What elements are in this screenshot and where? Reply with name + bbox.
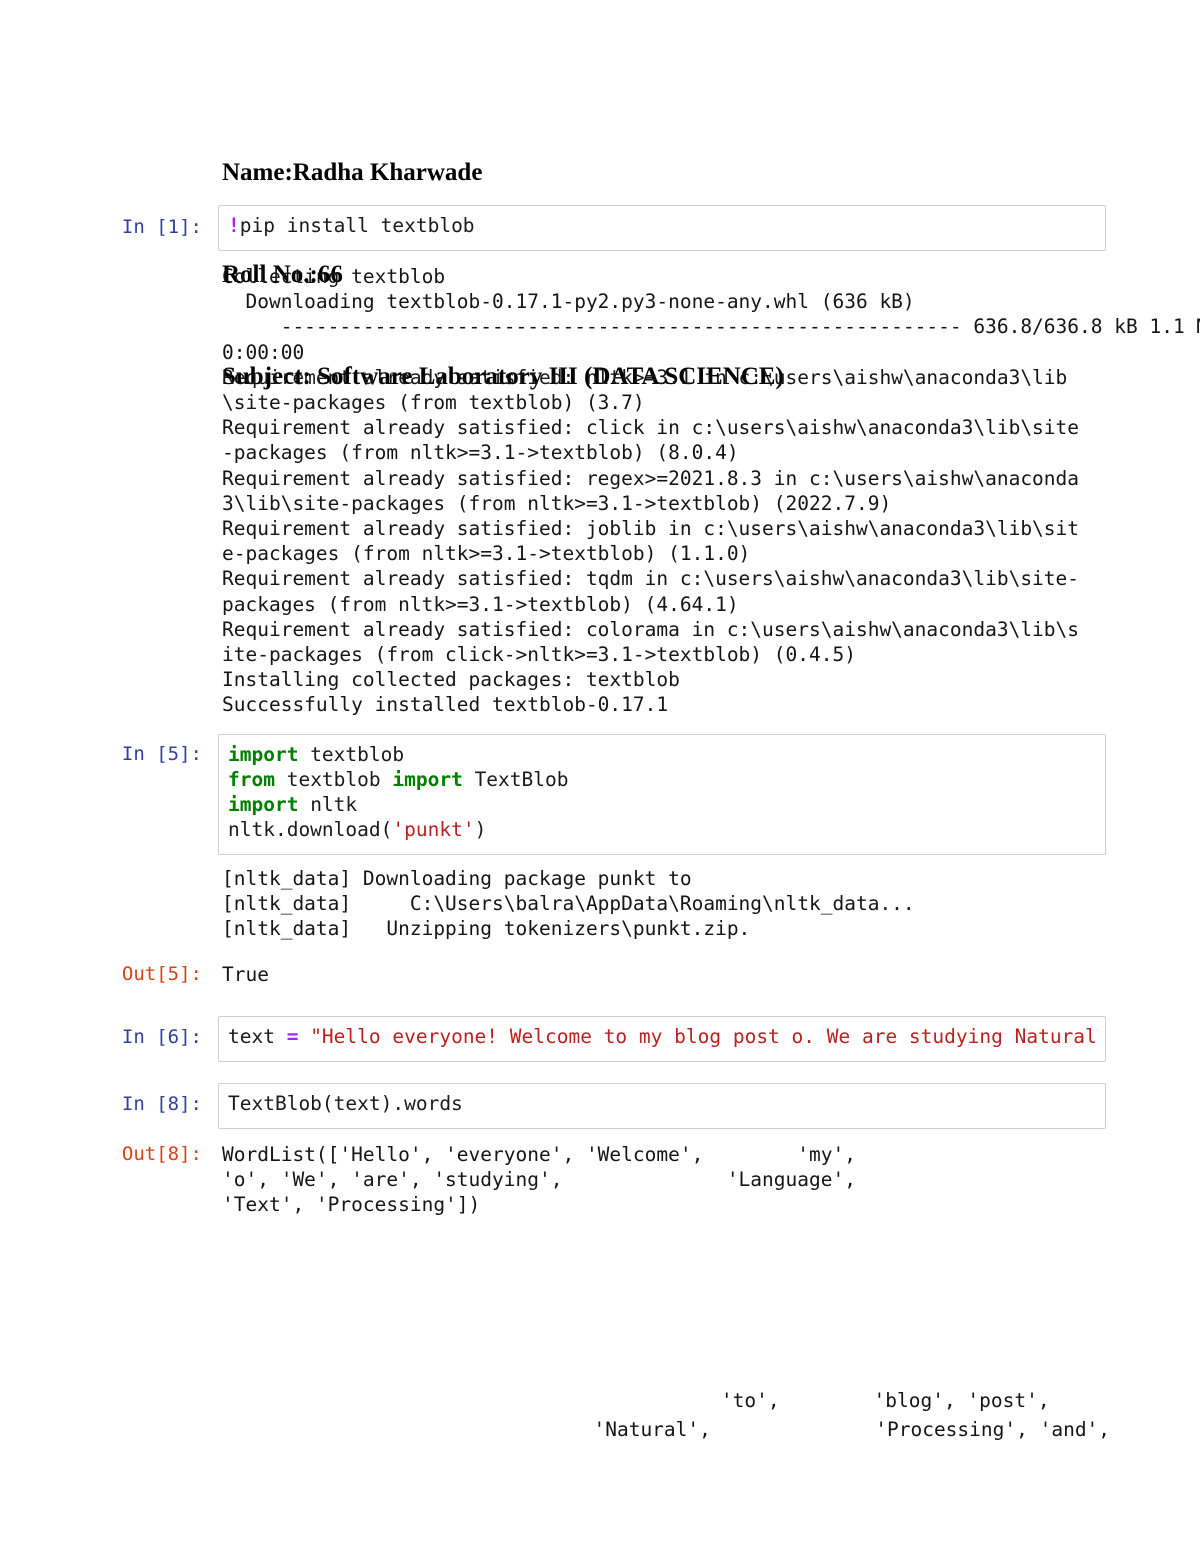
output-result-5: True (222, 963, 269, 986)
prompt-in-6[interactable]: In [6]: (110, 1025, 202, 1050)
code-cell-1[interactable]: !pip install textblob (218, 205, 1106, 251)
code-5-line1-rest: textblob (298, 743, 405, 766)
stray-fragment-line-2: 'Natural', 'Processing', 'and', (570, 1418, 1111, 1441)
assign-operator: = (286, 1025, 299, 1048)
prompt-in-8[interactable]: In [8]: (110, 1092, 202, 1117)
code-cell-1-text: pip install textblob (239, 214, 475, 237)
keyword-import-3: import (228, 793, 299, 816)
header-name-line: Name:Radha Kharwade (222, 159, 483, 186)
string-punkt: 'punkt' (392, 818, 475, 841)
code-cell-1-source[interactable]: !pip install textblob (219, 206, 1105, 245)
keyword-import-1: import (228, 743, 299, 766)
output-result-8: WordList(['Hello', 'everyone', 'Welcome'… (222, 1143, 856, 1217)
code-5-line2-mid: textblob (274, 768, 393, 791)
shell-bang-token: ! (228, 214, 240, 237)
prompt-in-1[interactable]: In [1]: (110, 215, 202, 240)
output-stream-1: Collecting textblob Downloading textblob… (222, 265, 1200, 717)
code-5-line3-rest: nltk (298, 793, 358, 816)
keyword-from: from (228, 768, 275, 791)
prompt-out-5[interactable]: Out[5]: (110, 962, 202, 987)
string-literal-text: "Hello everyone! Welcome to my blog post… (298, 1025, 1097, 1048)
variable-text: text (228, 1025, 287, 1048)
output-stream-5: [nltk_data] Downloading package punkt to… (222, 867, 915, 941)
code-cell-6-source[interactable]: text = "Hello everyone! Welcome to my bl… (219, 1017, 1105, 1056)
code-5-line2-rest: TextBlob (462, 768, 569, 791)
code-cell-5[interactable]: import textblob from textblob import Tex… (218, 734, 1106, 855)
prompt-out-8[interactable]: Out[8]: (110, 1142, 202, 1167)
code-cell-8[interactable]: TextBlob(text).words (218, 1083, 1106, 1129)
code-cell-5-source[interactable]: import textblob from textblob import Tex… (219, 735, 1105, 849)
code-cell-8-source[interactable]: TextBlob(text).words (219, 1084, 1105, 1123)
code-5-line4-pre: nltk.download( (228, 818, 393, 841)
keyword-import-2: import (392, 768, 463, 791)
prompt-in-5[interactable]: In [5]: (110, 742, 202, 767)
stray-fragment-line-1: 'to', 'blog', 'post', (580, 1389, 1050, 1412)
code-cell-6[interactable]: text = "Hello everyone! Welcome to my bl… (218, 1016, 1106, 1062)
code-5-line4-post: ) (474, 818, 487, 841)
